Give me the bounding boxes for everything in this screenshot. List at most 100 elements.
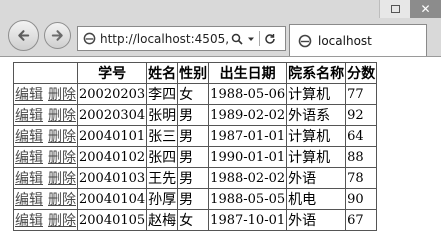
ie-page-icon	[83, 32, 96, 45]
row-actions: 编辑 删除	[13, 188, 78, 210]
cell-gender: 男	[177, 188, 210, 210]
edit-link[interactable]: 编辑	[15, 171, 43, 187]
table-row: 编辑 删除 20040104 孙厚男 1988-05-05 机电 90	[13, 188, 378, 210]
cell-name: 王先	[146, 167, 179, 189]
tab-title: localhost	[318, 33, 372, 48]
cell-department: 外语	[286, 167, 347, 189]
cell-department: 计算机	[286, 146, 347, 168]
cell-gender: 男	[177, 125, 210, 147]
column-header-department: 院系名称	[286, 62, 347, 84]
delete-link[interactable]: 删除	[48, 171, 76, 187]
row-actions: 编辑 删除	[13, 209, 78, 231]
cell-birthdate: 1988-02-02	[208, 167, 288, 189]
row-actions: 编辑 删除	[13, 83, 78, 105]
delete-link[interactable]: 删除	[48, 192, 76, 208]
cell-id: 20020203	[76, 83, 148, 105]
cell-department: 机电	[286, 188, 347, 210]
table-row: 编辑 删除 20020203 李四女 1988-05-06 计算机 77	[13, 83, 378, 105]
cell-gender: 男	[177, 146, 210, 168]
edit-link[interactable]: 编辑	[15, 150, 43, 166]
row-actions: 编辑 删除	[13, 125, 78, 147]
browser-chrome: ✕ http://localhost:4505, localhost	[0, 0, 441, 56]
ie-page-icon	[298, 34, 312, 47]
search-icon[interactable]	[231, 33, 243, 45]
table-row: 编辑 删除 20020304 张明男 1989-02-02 外语系 92	[13, 104, 378, 126]
cell-score: 64	[345, 125, 378, 147]
cell-department: 外语	[286, 209, 347, 231]
window-controls: ✕	[379, 0, 441, 18]
delete-link[interactable]: 删除	[48, 129, 76, 145]
row-actions: 编辑 删除	[13, 167, 78, 189]
cell-gender: 男	[177, 104, 210, 126]
cell-score: 78	[345, 167, 378, 189]
refresh-icon[interactable]	[264, 33, 276, 45]
cell-id: 20040101	[76, 125, 148, 147]
cell-name: 孙厚	[146, 188, 179, 210]
page-content: 学号 姓名 性别 出生日期 院系名称 分数 编辑 删除 20020203 李四女 198…	[0, 56, 441, 250]
cell-name: 李四	[146, 83, 179, 105]
cell-name: 张明	[146, 104, 179, 126]
delete-link[interactable]: 删除	[48, 108, 76, 124]
column-header-gender: 性别	[177, 62, 210, 84]
arrow-left-icon	[18, 30, 30, 41]
row-actions: 编辑 删除	[13, 146, 78, 168]
cell-department: 计算机	[286, 125, 347, 147]
column-header-score: 分数	[345, 62, 378, 84]
cell-score: 77	[345, 83, 378, 105]
cell-birthdate: 1990-01-01	[208, 146, 288, 168]
cell-name: 张三	[146, 125, 179, 147]
cell-name: 赵梅	[146, 209, 179, 231]
cell-score: 90	[345, 188, 378, 210]
cell-birthdate: 1988-05-05	[208, 188, 288, 210]
cell-id: 20020304	[76, 104, 148, 126]
delete-link[interactable]: 删除	[48, 87, 76, 103]
browser-tab[interactable]: localhost	[289, 24, 427, 56]
cell-birthdate: 1988-05-06	[208, 83, 288, 105]
table-row: 编辑 删除 20040103 王先男 1988-02-02 外语 78	[13, 167, 378, 189]
student-table: 学号 姓名 性别 出生日期 院系名称 分数 编辑 删除 20020203 李四女 198…	[13, 62, 378, 231]
delete-link[interactable]: 删除	[48, 213, 76, 229]
forward-button[interactable]	[44, 22, 71, 49]
delete-link[interactable]: 删除	[48, 150, 76, 166]
table-row: 编辑 删除 20040105 赵梅女 1987-10-01 外语 67	[13, 209, 378, 231]
cell-id: 20040102	[76, 146, 148, 168]
cell-department: 计算机	[286, 83, 347, 105]
close-window-button[interactable]: ✕	[410, 0, 441, 18]
cell-gender: 女	[177, 209, 210, 231]
close-icon: ✕	[420, 2, 431, 16]
column-header-actions	[13, 62, 78, 84]
cell-birthdate: 1987-10-01	[208, 209, 288, 231]
cell-birthdate: 1987-01-01	[208, 125, 288, 147]
maximize-button[interactable]	[379, 0, 410, 18]
edit-link[interactable]: 编辑	[15, 129, 43, 145]
arrow-right-icon	[51, 30, 63, 41]
edit-link[interactable]: 编辑	[15, 213, 43, 229]
edit-link[interactable]: 编辑	[15, 108, 43, 124]
cell-score: 88	[345, 146, 378, 168]
cell-name: 张四	[146, 146, 179, 168]
table-row: 编辑 删除 20040102 张四男 1990-01-01 计算机 88	[13, 146, 378, 168]
cell-score: 92	[345, 104, 378, 126]
table-header-row: 学号 姓名 性别 出生日期 院系名称 分数	[13, 62, 378, 84]
column-header-id: 学号	[76, 62, 148, 84]
table-row: 编辑 删除 20040101 张三男 1987-01-01 计算机 64	[13, 125, 378, 147]
column-header-name: 姓名	[146, 62, 179, 84]
cell-id: 20040105	[76, 209, 148, 231]
row-actions: 编辑 删除	[13, 104, 78, 126]
address-separator	[259, 31, 260, 46]
cell-score: 67	[345, 209, 378, 231]
edit-link[interactable]: 编辑	[15, 192, 43, 208]
cell-id: 20040104	[76, 188, 148, 210]
address-bar[interactable]: http://localhost:4505,	[77, 26, 286, 51]
chevron-down-icon[interactable]	[247, 35, 255, 43]
maximize-icon	[390, 5, 400, 13]
cell-department: 外语系	[286, 104, 347, 126]
edit-link[interactable]: 编辑	[15, 87, 43, 103]
address-url[interactable]: http://localhost:4505,	[100, 32, 228, 46]
cell-birthdate: 1989-02-02	[208, 104, 288, 126]
back-button[interactable]	[8, 20, 39, 51]
column-header-birthdate: 出生日期	[208, 62, 288, 84]
cell-id: 20040103	[76, 167, 148, 189]
cell-gender: 男	[177, 167, 210, 189]
cell-gender: 女	[177, 83, 210, 105]
